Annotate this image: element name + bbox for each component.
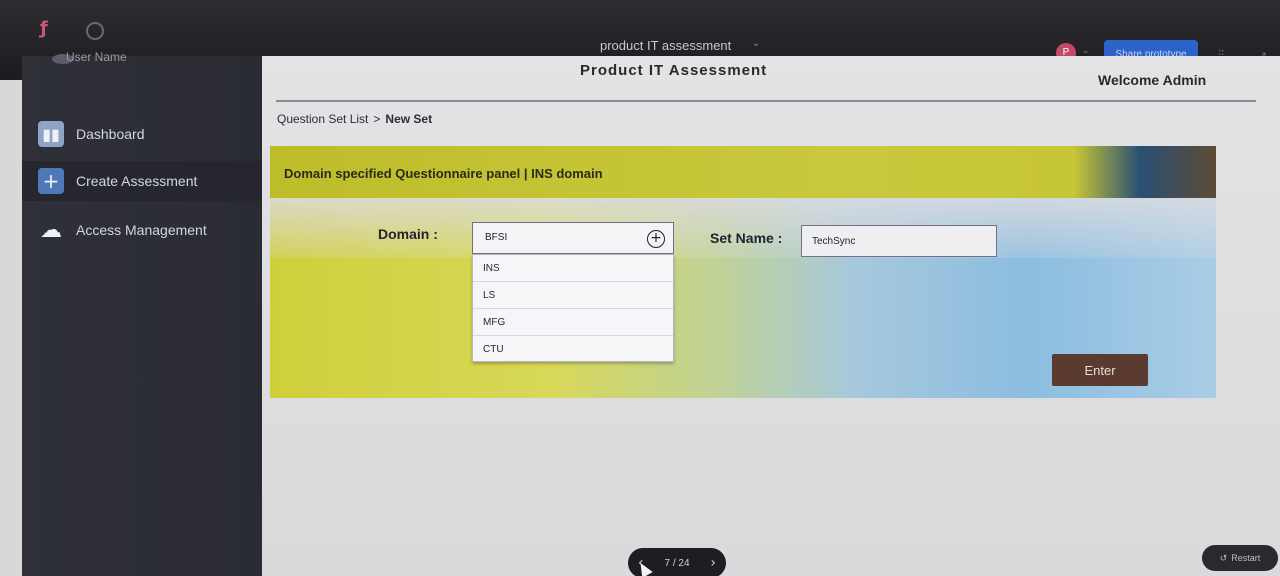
restart-label: Restart <box>1231 553 1261 563</box>
prototype-title[interactable]: product IT assessment <box>600 38 731 53</box>
breadcrumb-question-set-list[interactable]: Question Set List <box>277 112 368 126</box>
add-circle-icon[interactable]: + <box>647 230 665 248</box>
questionnaire-panel: Domain specified Questionnaire panel | I… <box>270 146 1216 398</box>
next-page-icon[interactable]: › <box>710 555 716 571</box>
user-name: User Name <box>66 50 127 64</box>
domain-option-ls[interactable]: LS <box>473 282 673 309</box>
enter-button[interactable]: Enter <box>1052 354 1148 386</box>
domain-option-ins[interactable]: INS <box>473 255 673 282</box>
set-name-label: Set Name : <box>710 230 783 246</box>
domain-select[interactable]: BFSI + <box>472 222 674 254</box>
cloud-icon: ☁ <box>40 217 62 243</box>
domain-dropdown: INS LS MFG CTU <box>472 254 674 362</box>
domain-label: Domain : <box>378 226 438 242</box>
domain-select-value: BFSI <box>485 232 508 243</box>
main-content: Product IT Assessment Welcome Admin Ques… <box>262 56 1280 576</box>
sidebar-item-label: Dashboard <box>76 126 145 142</box>
domain-option-mfg[interactable]: MFG <box>473 309 673 336</box>
breadcrumb-separator: > <box>373 112 381 126</box>
restart-icon: ↺ <box>1219 552 1228 563</box>
domain-option-ctu[interactable]: CTU <box>473 336 673 363</box>
welcome-text: Welcome Admin <box>1098 72 1207 88</box>
sidebar-item-label: Create Assessment <box>76 173 198 189</box>
comment-icon[interactable] <box>86 22 104 40</box>
figma-logo-icon[interactable]: ƒ <box>40 20 52 38</box>
sidebar-item-create-assessment[interactable]: + Create Assessment <box>22 161 262 201</box>
page-count: 7 / 24 <box>664 557 690 569</box>
sidebar-item-dashboard[interactable]: ▮▮ Dashboard <box>22 114 262 154</box>
panel-title: Domain specified Questionnaire panel | I… <box>284 166 603 181</box>
page-title: Product IT Assessment <box>580 62 768 79</box>
chevron-down-icon[interactable]: ⌄ <box>752 38 760 49</box>
breadcrumb-current: New Set <box>385 112 433 126</box>
avatar-chevron-icon[interactable]: ⌄ <box>1082 46 1090 56</box>
sidebar-item-access-management[interactable]: ☁ Access Management <box>22 210 262 250</box>
sidebar-item-label: Access Management <box>76 222 207 238</box>
plus-icon: + <box>38 168 64 194</box>
set-name-input[interactable] <box>801 225 997 257</box>
header-divider <box>276 100 1256 102</box>
restart-button[interactable]: ↺ Restart <box>1202 545 1278 571</box>
panel-header: Domain specified Questionnaire panel | I… <box>270 146 1216 198</box>
breadcrumb: Question Set List > New Set <box>277 112 432 126</box>
dashboard-icon: ▮▮ <box>38 121 64 147</box>
